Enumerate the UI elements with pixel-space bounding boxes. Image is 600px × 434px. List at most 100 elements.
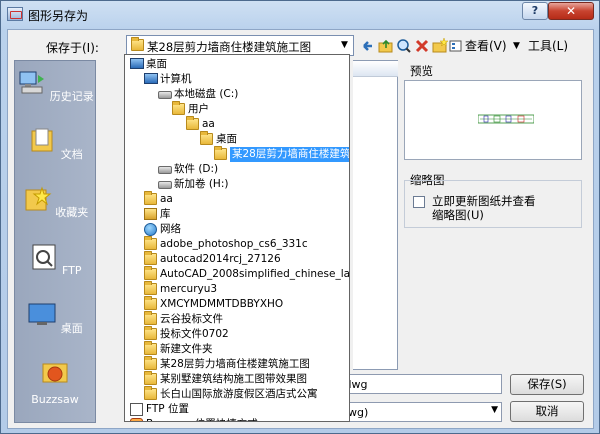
dropdown-item[interactable]: FTP 位置 [125,402,349,417]
documents-icon [31,128,53,152]
buzzsaw-icon [130,418,143,421]
dropdown-item[interactable]: 用户 [125,101,349,117]
place-favorites[interactable]: 收藏夹 [15,185,95,220]
dropdown-item-label: 新加卷 (H:) [174,178,229,190]
folder-icon [144,266,157,281]
dropdown-item[interactable]: 新建文件夹 [125,341,349,357]
cancel-button[interactable]: 取消 [510,401,584,422]
new-folder-icon[interactable] [432,37,448,55]
place-label: 桌面 [60,322,83,335]
place-label: 收藏夹 [55,206,89,219]
dropdown-item-label: 某别墅建筑结构施工图带效果图 [160,373,307,385]
dropdown-item[interactable]: 云谷投标文件 [125,311,349,327]
save-as-dialog: 图形另存为 ? ✕ 保存于(I): 某28层剪力墙商住楼建筑施工图 ▼ 查看(V… [0,0,600,434]
save-in-label: 保存于(I): [46,41,99,55]
close-button[interactable]: ✕ [548,2,594,20]
dropdown-item[interactable]: adobe_photoshop_cs6_331c [125,236,349,252]
dropdown-item[interactable]: 某28层剪力墙商住楼建筑施工图 [125,356,349,372]
folder-icon [144,251,157,266]
favorites-icon [25,186,52,211]
dropdown-item[interactable]: aa [125,191,349,207]
dropdown-item-label: 长白山国际旅游度假区酒店式公寓 [160,388,318,400]
preview-label: 预览 [410,64,433,78]
views-icon[interactable] [449,37,463,55]
dropdown-item[interactable]: autocad2014rcj_27126 [125,251,349,267]
update-thumbnail-checkbox[interactable] [413,196,425,208]
chevron-down-icon[interactable]: ▼ [491,405,498,415]
dropdown-item[interactable]: 库 [125,207,349,222]
save-button[interactable]: 保存(S) [510,374,584,395]
save-in-combo[interactable]: 某28层剪力墙商住楼建筑施工图 ▼ [126,35,354,56]
dropdown-item-label: aa [202,118,215,130]
desktop-icon [130,58,144,71]
dropdown-item-label: Buzzsaw 位置快捷方式 [146,417,258,421]
dropdown-item[interactable]: 长白山国际旅游度假区酒店式公寓 [125,386,349,402]
dropdown-item[interactable]: 某别墅建筑结构施工图带效果图 [125,371,349,387]
file-type-select[interactable]: dwg) ▼ [338,402,502,422]
file-list[interactable] [353,60,398,370]
place-label: 历史记录 [49,90,94,103]
chevron-down-icon[interactable]: ▼ [336,36,353,55]
dropdown-item[interactable]: 桌面 [125,131,349,147]
up-folder-icon[interactable] [378,37,394,55]
folder-icon [186,116,199,131]
checkbox-label-line2: 缩略图(U) [432,208,484,222]
dropdown-item[interactable]: 计算机 [125,72,349,87]
place-history[interactable]: 历史记录 [15,69,95,104]
view-menu[interactable]: 查看(V) [465,37,507,55]
place-desktop[interactable]: 桌面 [15,301,95,336]
folder-icon [172,101,185,116]
dropdown-item[interactable]: Buzzsaw 位置快捷方式 [125,417,349,421]
preview-box [404,80,582,160]
dropdown-item-label: 计算机 [160,73,192,85]
drive-icon [158,163,172,176]
ftp-icon [32,244,55,270]
folder-icon [144,341,157,356]
dropdown-item-label: 网络 [160,223,181,235]
dropdown-item-label: 用户 [188,103,209,115]
drawing-preview-icon [478,114,534,124]
dropdown-item[interactable]: aa [125,116,349,132]
dropdown-item[interactable]: 某28层剪力墙商住楼建筑施工图 [125,146,349,162]
file-name-input[interactable]: .dwg [338,374,502,394]
folder-icon [144,281,157,296]
folder-icon [144,356,157,371]
dropdown-item-label: 投标文件0702 [160,328,229,340]
folder-icon [144,326,157,341]
dropdown-item[interactable]: 网络 [125,222,349,237]
dropdown-item-label: 桌面 [146,58,167,70]
dropdown-item[interactable]: 桌面 [125,57,349,72]
dropdown-item-label: 库 [160,208,171,220]
back-icon[interactable] [360,37,376,55]
dropdown-item[interactable]: AutoCAD_2008simplified_chinese_lang [125,266,349,282]
search-web-icon[interactable] [396,37,412,55]
place-buzzsaw[interactable]: Buzzsaw [15,359,95,406]
chevron-down-icon[interactable]: ▼ [513,37,520,55]
place-label: 文档 [60,148,83,161]
dropdown-item[interactable]: 本地磁盘 (C:) [125,87,349,102]
dropdown-item[interactable]: XMCYMDMMTDBBYXHO [125,296,349,312]
save-in-dropdown[interactable]: 桌面计算机本地磁盘 (C:)用户aa桌面某28层剪力墙商住楼建筑施工图软件 (D… [124,54,350,422]
update-thumbnail-label: 立即更新图纸并查看 缩略图(U) [432,194,536,222]
dropdown-item[interactable]: 新加卷 (H:) [125,177,349,192]
folder-icon [200,131,213,146]
computer-icon [144,73,158,86]
help-button[interactable]: ? [522,2,548,20]
dropdown-item[interactable]: 投标文件0702 [125,326,349,342]
place-label: Buzzsaw [31,393,79,406]
place-ftp[interactable]: FTP [15,243,95,277]
place-label: FTP [62,264,82,277]
title-bar[interactable]: 图形另存为 ? ✕ [1,1,599,29]
dropdown-item-label: XMCYMDMMTDBBYXHO [160,298,284,310]
tools-menu[interactable]: 工具(L) [528,37,568,55]
place-documents[interactable]: 文档 [15,127,95,162]
dropdown-item-label: 某28层剪力墙商住楼建筑施工图 [160,358,310,370]
library-icon [144,208,157,221]
dropdown-item[interactable]: 软件 (D:) [125,162,349,177]
folder-icon [131,37,144,51]
delete-icon[interactable] [414,37,430,55]
folder-icon [214,146,227,161]
ftp-icon [130,403,143,416]
dropdown-item-label: adobe_photoshop_cs6_331c [160,238,308,250]
dropdown-item[interactable]: mercuryu3 [125,281,349,297]
